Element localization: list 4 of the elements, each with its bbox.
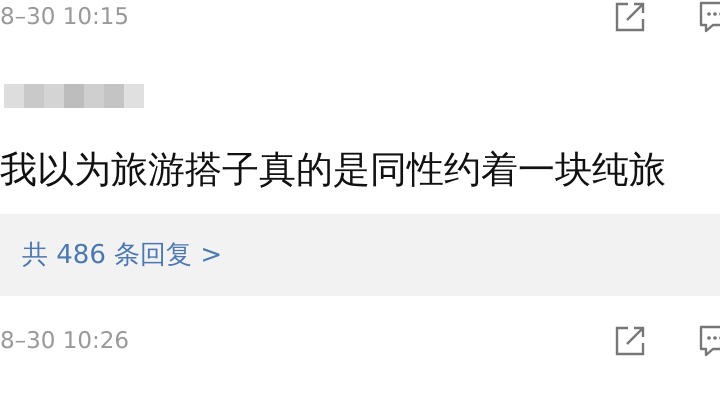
replies-link[interactable]: 共 486 条回复 > [22,236,222,275]
timestamp: 8–30 10:26 [0,327,129,356]
comment-text: 我以为旅游搭子真的是同性约着一块纯旅 [0,148,667,192]
timestamp: 8–30 10:15 [0,2,129,32]
